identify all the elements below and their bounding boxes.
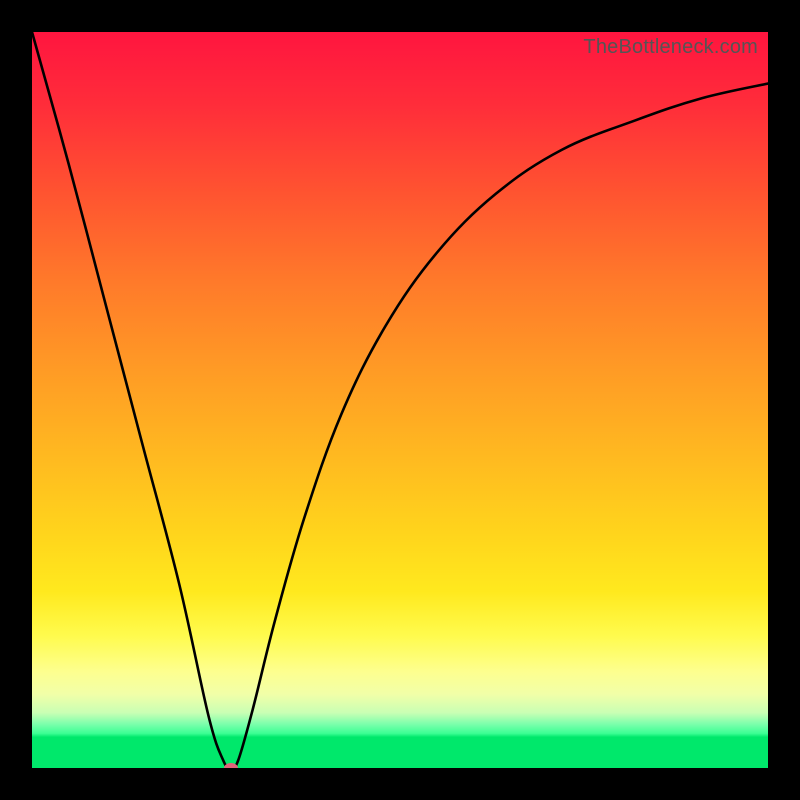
optimum-marker bbox=[224, 763, 238, 768]
bottleneck-curve bbox=[32, 32, 768, 768]
watermark-text: TheBottleneck.com bbox=[583, 36, 758, 59]
chart-container: TheBottleneck.com bbox=[0, 0, 800, 800]
plot-area: TheBottleneck.com bbox=[32, 32, 768, 768]
curve-overlay bbox=[32, 32, 768, 768]
